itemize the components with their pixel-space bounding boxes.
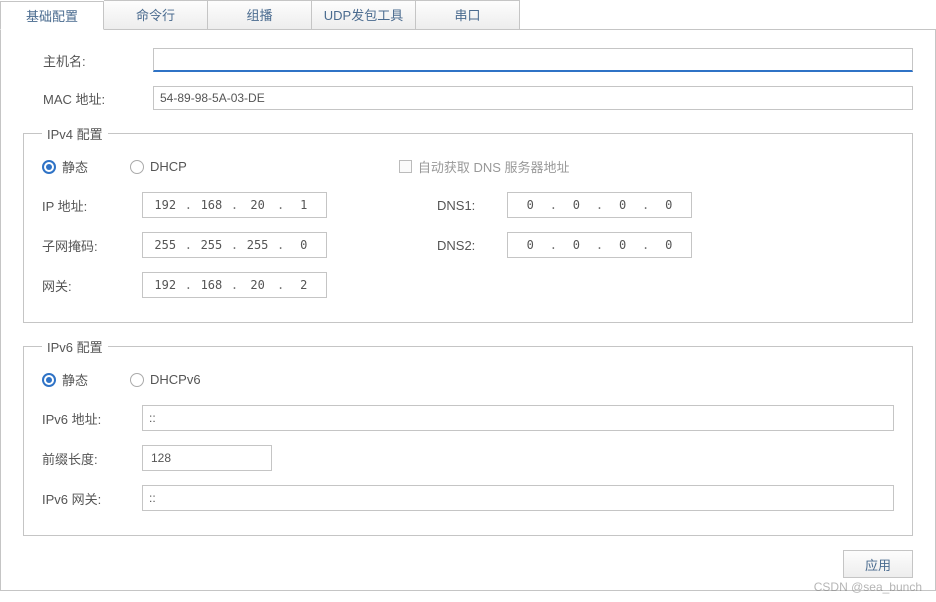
ipv6-gw-label: IPv6 网关: — [42, 489, 142, 508]
tabs-bar: 基础配置 命令行 组播 UDP发包工具 串口 — [0, 0, 936, 30]
mac-label: MAC 地址: — [43, 89, 153, 108]
ipv6-static-label: 静态 — [62, 370, 88, 389]
tab-cli[interactable]: 命令行 — [104, 0, 208, 29]
mask-label: 子网掩码: — [42, 236, 142, 255]
tab-udp-tool[interactable]: UDP发包工具 — [312, 0, 416, 29]
tab-serial[interactable]: 串口 — [416, 0, 520, 29]
dns2-input[interactable]: 0. 0. 0. 0 — [507, 232, 692, 258]
radio-icon — [130, 373, 144, 387]
ipv6-dhcp-label: DHCPv6 — [150, 372, 201, 387]
ipv4-legend: IPv4 配置 — [42, 124, 108, 143]
radio-icon — [42, 373, 56, 387]
ipv6-gw-input[interactable] — [142, 485, 894, 511]
mask-input[interactable]: 255. 255. 255. 0 — [142, 232, 327, 258]
ipv6-static-radio[interactable]: 静态 — [42, 370, 88, 389]
auto-dns-label: 自动获取 DNS 服务器地址 — [418, 157, 570, 176]
ipv6-dhcp-radio[interactable]: DHCPv6 — [130, 372, 201, 387]
gw-input[interactable]: 192. 168. 20. 2 — [142, 272, 327, 298]
prefix-input[interactable] — [142, 445, 272, 471]
hostname-input[interactable] — [153, 48, 913, 72]
hostname-label: 主机名: — [43, 51, 153, 70]
ipv4-static-label: 静态 — [62, 157, 88, 176]
tab-multicast[interactable]: 组播 — [208, 0, 312, 29]
tab-basic-config[interactable]: 基础配置 — [0, 1, 104, 30]
prefix-label: 前缀长度: — [42, 449, 142, 468]
ipv6-fieldset: IPv6 配置 静态 DHCPv6 IPv6 地址: 前缀长度: IPv6 网关… — [23, 337, 913, 536]
ip-input[interactable]: 192. 168. 20. 1 — [142, 192, 327, 218]
ipv6-legend: IPv6 配置 — [42, 337, 108, 356]
radio-icon — [130, 160, 144, 174]
apply-button[interactable]: 应用 — [843, 550, 913, 578]
ipv4-dhcp-label: DHCP — [150, 159, 187, 174]
dns2-label: DNS2: — [437, 238, 507, 253]
dns1-label: DNS1: — [437, 198, 507, 213]
content-panel: 主机名: MAC 地址: IPv4 配置 静态 DHCP 自动获取 DNS 服务… — [0, 30, 936, 591]
auto-dns-checkbox[interactable]: 自动获取 DNS 服务器地址 — [399, 157, 570, 176]
ipv6-addr-input[interactable] — [142, 405, 894, 431]
ipv4-static-radio[interactable]: 静态 — [42, 157, 88, 176]
gw-label: 网关: — [42, 276, 142, 295]
watermark: CSDN @sea_bunch — [814, 580, 922, 594]
radio-icon — [42, 160, 56, 174]
ipv4-fieldset: IPv4 配置 静态 DHCP 自动获取 DNS 服务器地址 IP 地址: 19… — [23, 124, 913, 323]
mac-input[interactable] — [153, 86, 913, 110]
ipv4-dhcp-radio[interactable]: DHCP — [130, 159, 187, 174]
ipv6-addr-label: IPv6 地址: — [42, 409, 142, 428]
checkbox-icon — [399, 160, 412, 173]
dns1-input[interactable]: 0. 0. 0. 0 — [507, 192, 692, 218]
ip-label: IP 地址: — [42, 196, 142, 215]
